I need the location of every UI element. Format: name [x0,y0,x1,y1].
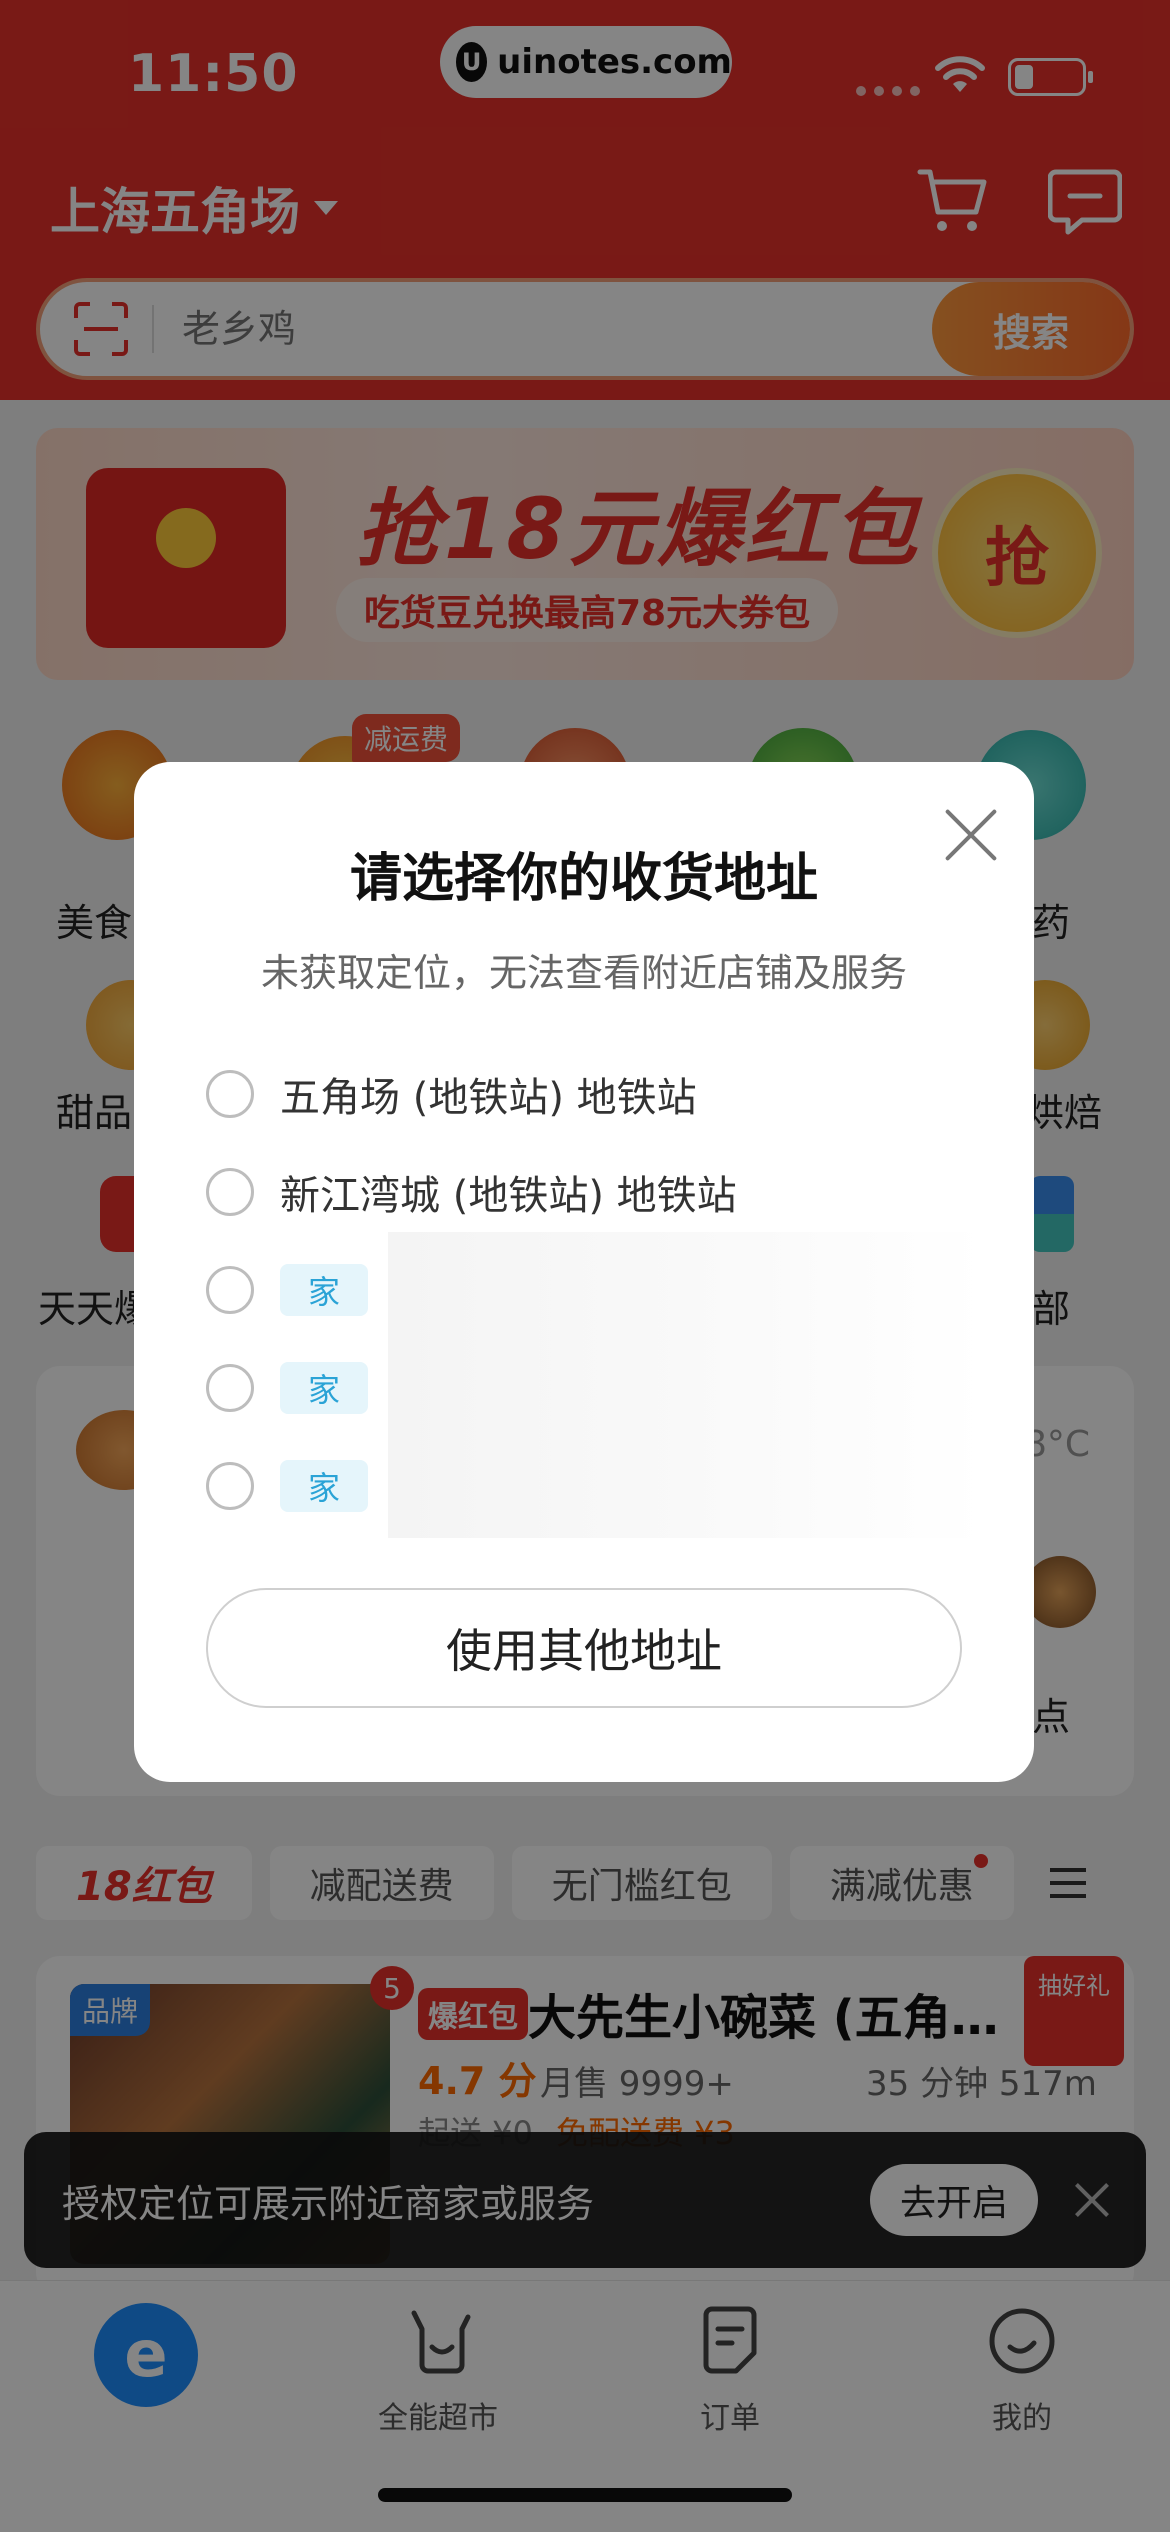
home-tag: 家 [280,1460,368,1512]
redacted-address-area [388,1232,986,1538]
address-option[interactable]: 家 [206,1456,368,1516]
address-option[interactable]: 家 [206,1358,368,1418]
modal-title: 请选择你的收货地址 [349,849,818,909]
use-other-address-button[interactable]: 使用其他地址 [206,1588,962,1708]
address-option[interactable]: 家 [206,1260,368,1320]
radio-button[interactable] [206,1462,254,1510]
address-modal: 请选择你的收货地址 未获取定位，无法查看附近店铺及服务 五角场 (地铁站) 地铁… [134,762,1034,1782]
radio-button[interactable] [206,1364,254,1412]
address-option[interactable]: 五角场 (地铁站) 地铁站 [206,1064,697,1124]
radio-button[interactable] [206,1266,254,1314]
home-tag: 家 [280,1264,368,1316]
address-label: 新江湾城 (地铁站) 地铁站 [280,1173,737,1219]
modal-subtitle: 未获取定位，无法查看附近店铺及服务 [260,951,907,995]
radio-button[interactable] [206,1070,254,1118]
address-option[interactable]: 新江湾城 (地铁站) 地铁站 [206,1162,737,1222]
address-label: 五角场 (地铁站) 地铁站 [280,1075,697,1121]
home-tag: 家 [280,1362,368,1414]
radio-button[interactable] [206,1168,254,1216]
